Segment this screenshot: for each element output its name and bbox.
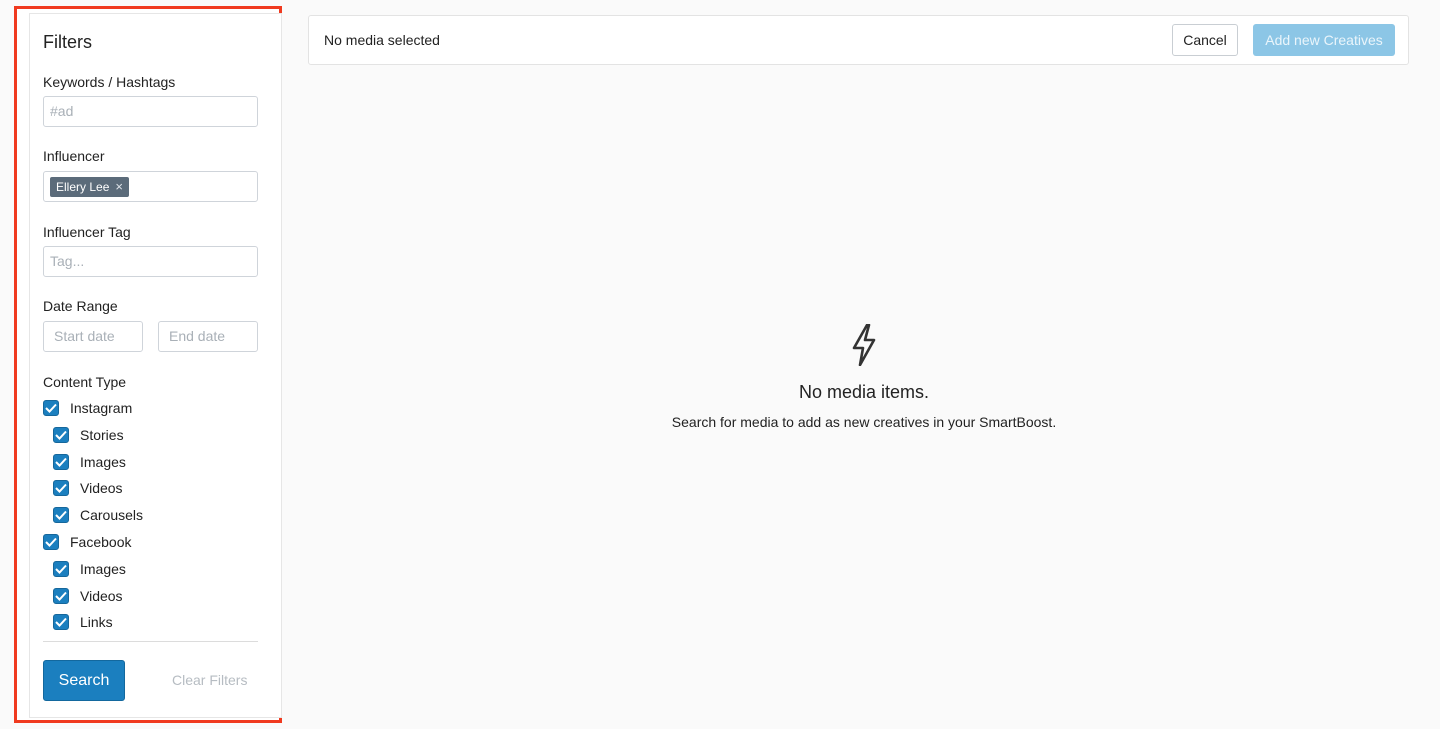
filters-divider — [43, 641, 258, 642]
checkbox-label: Facebook — [70, 534, 132, 550]
add-new-creatives-button[interactable]: Add new Creatives — [1253, 24, 1395, 56]
selection-status: No media selected — [324, 32, 440, 48]
checkbox-checked-icon[interactable] — [53, 588, 69, 604]
checkbox-checked-icon[interactable] — [53, 480, 69, 496]
checkbox-facebook-videos[interactable]: Videos — [53, 588, 123, 604]
checkbox-checked-icon[interactable] — [53, 614, 69, 630]
checkbox-label: Carousels — [80, 507, 144, 523]
checkbox-label: Images — [80, 561, 126, 577]
checkbox-label: Links — [80, 614, 113, 630]
lightning-icon — [852, 324, 876, 366]
date-range-label: Date Range — [43, 298, 118, 314]
empty-state-title: No media items. — [798, 382, 930, 402]
checkbox-checked-icon[interactable] — [53, 454, 69, 470]
checkbox-label: Images — [80, 454, 126, 470]
checkbox-checked-icon[interactable] — [53, 561, 69, 577]
empty-state-subtitle: Search for media to add as new creatives… — [671, 414, 1057, 430]
checkbox-instagram-carousels[interactable]: Carousels — [53, 507, 143, 523]
keywords-label: Keywords / Hashtags — [43, 74, 176, 90]
chip-remove-icon[interactable]: × — [115, 177, 123, 197]
checkbox-facebook-links[interactable]: Links — [53, 614, 113, 630]
checkbox-facebook-images[interactable]: Images — [53, 561, 126, 577]
checkbox-instagram-videos[interactable]: Videos — [53, 480, 123, 496]
search-button[interactable]: Search — [43, 660, 125, 701]
checkbox-label: Videos — [80, 480, 123, 496]
influencer-tag-label: Influencer Tag — [43, 224, 131, 240]
filters-title: Filters — [43, 32, 92, 52]
selection-toolbar: No media selected Cancel Add new Creativ… — [308, 15, 1409, 65]
cancel-button[interactable]: Cancel — [1172, 24, 1238, 56]
influencer-label: Influencer — [43, 148, 105, 164]
influencer-chip: Ellery Lee × — [50, 177, 129, 197]
start-date-input[interactable]: Start date — [43, 321, 143, 352]
clear-filters-link[interactable]: Clear Filters — [172, 672, 247, 688]
checkbox-checked-icon[interactable] — [53, 507, 69, 523]
checkbox-label: Videos — [80, 588, 123, 604]
influencer-chip-label: Ellery Lee — [56, 180, 110, 194]
checkbox-checked-icon[interactable] — [43, 534, 59, 550]
end-date-input[interactable]: End date — [158, 321, 258, 352]
checkbox-facebook[interactable]: Facebook — [43, 534, 131, 550]
influencer-tag-input[interactable]: Tag... — [43, 246, 258, 277]
keywords-input[interactable]: #ad — [43, 96, 258, 127]
checkbox-instagram-images[interactable]: Images — [53, 454, 126, 470]
